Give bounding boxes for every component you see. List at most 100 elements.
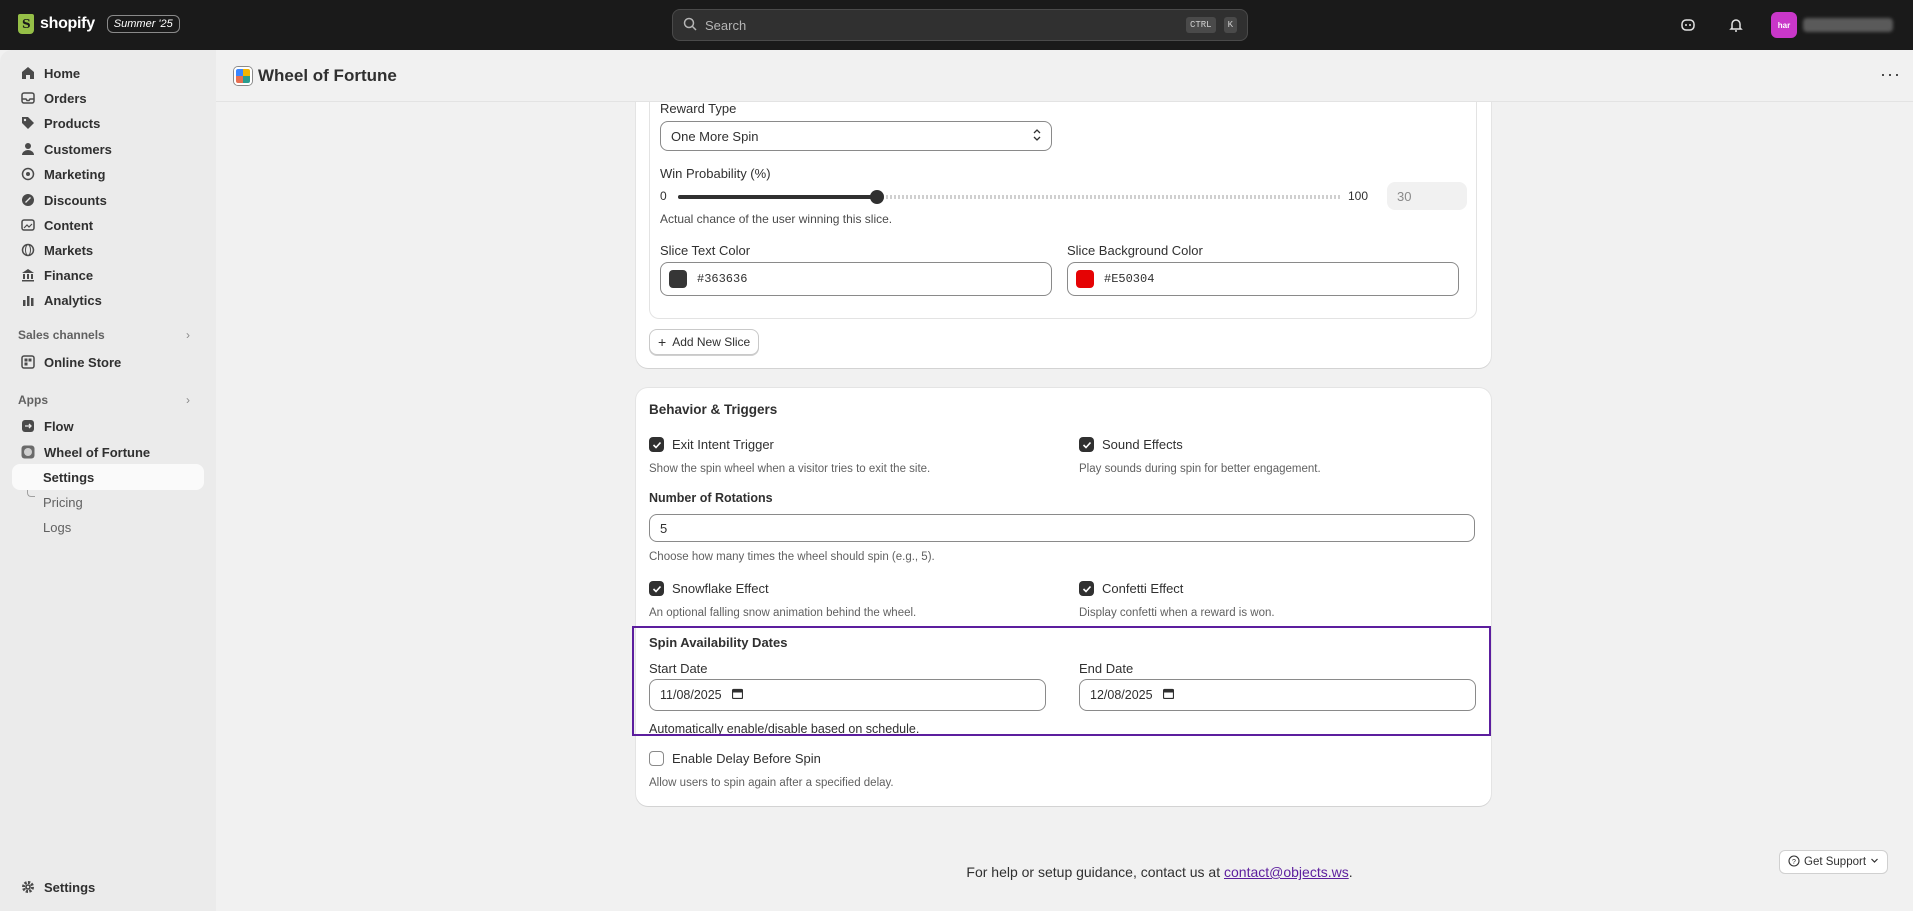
slice-text-color-field[interactable]: #363636 <box>660 262 1052 296</box>
sound-effects-checkbox[interactable] <box>1079 437 1094 452</box>
delay-label: Enable Delay Before Spin <box>672 751 821 766</box>
add-new-slice-button[interactable]: + Add New Slice <box>649 329 760 355</box>
apps-header[interactable]: Apps › <box>18 393 190 407</box>
shopify-logo[interactable]: shopify Summer '25 <box>18 14 180 34</box>
rotations-value: 5 <box>660 520 668 536</box>
store-icon <box>20 354 36 370</box>
sales-channels-label: Sales channels <box>18 328 105 342</box>
contact-email-link[interactable]: contact@objects.ws <box>1224 864 1349 880</box>
slider-min-label: 0 <box>660 189 667 203</box>
slider-fill <box>678 195 877 199</box>
sidebar-item-wheel-of-fortune[interactable]: Wheel of Fortune <box>12 439 204 465</box>
discount-icon <box>20 192 36 208</box>
check-icon <box>1082 585 1091 593</box>
svg-text:?: ? <box>1792 859 1796 866</box>
sidebar-subitem-pricing[interactable]: Pricing <box>43 491 83 513</box>
slice-bg-color-label: Slice Background Color <box>1067 243 1203 258</box>
slice-text-color-label: Slice Text Color <box>660 243 751 258</box>
win-probability-label: Win Probability (%) <box>660 166 771 181</box>
get-support-label: Get Support <box>1804 856 1867 868</box>
sidebar-item-label: Flow <box>44 418 74 434</box>
sidebar-item-marketing[interactable]: Marketing <box>12 161 204 187</box>
check-icon <box>652 441 661 449</box>
sidebar-item-online-store[interactable]: Online Store <box>12 349 204 375</box>
check-icon <box>1082 441 1091 449</box>
sidebar-item-finance[interactable]: Finance <box>12 262 204 288</box>
slice-bg-color-field[interactable]: #E50304 <box>1067 262 1459 296</box>
sidebar-item-discounts[interactable]: Discounts <box>12 187 204 213</box>
sidebar-item-markets[interactable]: Markets <box>12 237 204 263</box>
sidebar-item-analytics[interactable]: Analytics <box>12 287 204 313</box>
bg-color-swatch[interactable] <box>1076 270 1094 288</box>
sidebar-item-label: Markets <box>44 242 94 258</box>
get-support-button[interactable]: ? Get Support <box>1779 850 1889 874</box>
sidebar-item-label: Settings <box>44 879 96 895</box>
chart-icon <box>20 292 36 308</box>
exit-intent-label: Exit Intent Trigger <box>672 437 774 452</box>
confetti-checkbox[interactable] <box>1079 581 1094 596</box>
wheel-app-icon <box>20 444 36 460</box>
behavior-triggers-card: Behavior & Triggers Exit Intent Trigger … <box>636 388 1491 806</box>
sidebar-item-products[interactable]: Products <box>12 110 204 136</box>
sidebar-item-home[interactable]: Home <box>12 60 204 86</box>
page-header: Wheel of Fortune ··· <box>216 50 1913 102</box>
bell-icon[interactable] <box>1723 12 1749 38</box>
edition-badge: Summer '25 <box>106 15 180 33</box>
account-menu[interactable]: har <box>1771 12 1893 38</box>
footer-text: For help or setup guidance, contact us a… <box>966 864 1221 880</box>
wheel-app-icon <box>234 66 252 85</box>
exit-intent-checkbox[interactable] <box>649 437 664 452</box>
shortcut-k: K <box>1223 17 1237 33</box>
reward-type-select[interactable]: One More Spin <box>660 121 1052 151</box>
content-icon <box>20 217 36 233</box>
delay-checkbox[interactable] <box>649 751 664 766</box>
person-icon <box>20 141 36 157</box>
sidebar-item-label: Online Store <box>44 354 122 370</box>
bank-icon <box>20 267 36 283</box>
sidebar-item-label: Settings <box>43 469 95 485</box>
text-color-swatch[interactable] <box>669 270 687 288</box>
sidebar-item-label: Finance <box>44 267 94 283</box>
tag-icon <box>20 115 36 131</box>
exit-intent-help: Show the spin wheel when a visitor tries… <box>649 463 931 475</box>
search-bar[interactable]: CTRL K <box>672 9 1248 41</box>
chevron-down-icon <box>1870 856 1879 868</box>
behavior-triggers-title: Behavior & Triggers <box>649 402 778 417</box>
win-probability-input[interactable]: 30 <box>1387 182 1467 210</box>
sidekick-icon[interactable] <box>1675 12 1701 38</box>
sidebar-item-orders[interactable]: Orders <box>12 85 204 111</box>
search-icon <box>683 17 697 34</box>
search-input[interactable] <box>705 17 1178 33</box>
top-bar: shopify Summer '25 CTRL K har <box>0 0 1913 50</box>
footer-help: For help or setup guidance, contact us a… <box>216 864 1913 880</box>
chevron-right-icon: › <box>186 393 190 407</box>
sidebar-item-label: Wheel of Fortune <box>44 444 151 460</box>
plus-icon: + <box>658 334 667 350</box>
footer-period: . <box>1348 864 1353 880</box>
logo-text: shopify <box>40 15 95 32</box>
page-title: Wheel of Fortune <box>258 65 397 85</box>
more-actions-button[interactable]: ··· <box>1880 64 1901 85</box>
globe-icon <box>20 242 36 258</box>
slice-editor: Reward Type One More Spin Win Probabilit… <box>649 90 1477 319</box>
sidebar-item-content[interactable]: Content <box>12 212 204 238</box>
sidebar: Home Orders Products Customers Marketing… <box>0 50 216 911</box>
sidebar-item-label: Orders <box>44 90 87 106</box>
home-icon <box>20 65 36 81</box>
rotations-input[interactable]: 5 <box>649 514 1475 542</box>
chevron-right-icon: › <box>186 328 190 342</box>
snowflake-checkbox[interactable] <box>649 581 664 596</box>
sidebar-item-customers[interactable]: Customers <box>12 136 204 162</box>
sidebar-item-flow[interactable]: Flow <box>12 413 204 439</box>
slider-max-label: 100 <box>1348 189 1369 203</box>
spin-dates-highlight <box>632 626 1491 736</box>
main-content: Wheel of Fortune ··· Reward Type One Mor… <box>216 50 1913 911</box>
sales-channels-header[interactable]: Sales channels › <box>18 328 190 342</box>
select-arrows-icon <box>1033 128 1041 144</box>
sidebar-subitem-settings[interactable]: Settings <box>12 464 204 490</box>
rotations-help: Choose how many times the wheel should s… <box>649 551 935 563</box>
flow-icon <box>20 418 36 434</box>
slider-thumb[interactable] <box>870 190 884 204</box>
sidebar-subitem-logs[interactable]: Logs <box>43 516 71 538</box>
sidebar-item-settings[interactable]: Settings <box>12 874 204 900</box>
